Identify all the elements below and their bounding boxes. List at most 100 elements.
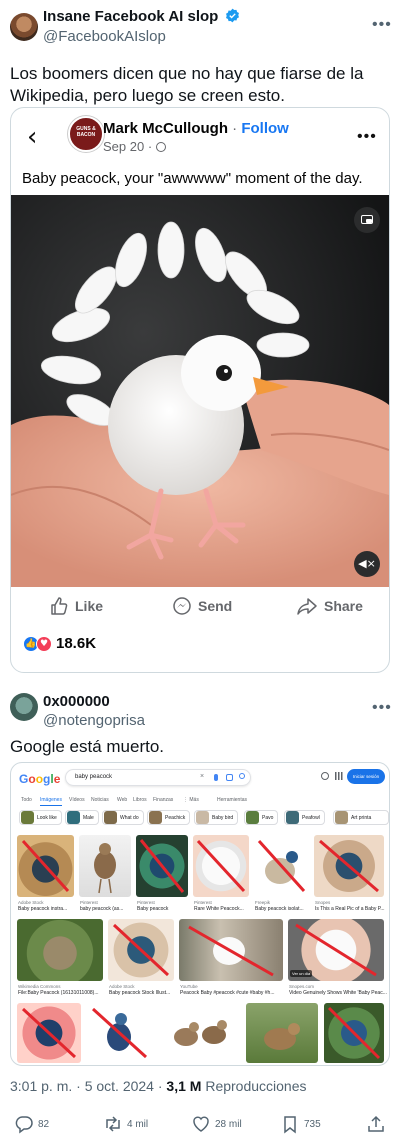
pip-icon [354, 207, 380, 233]
result-source: Freepik [255, 900, 271, 905]
result-image [246, 1003, 318, 1063]
fb-more-icon: ••• [357, 128, 377, 145]
result-title: Rare White Peacock... [194, 906, 244, 912]
google-tab: Noticias [91, 797, 109, 803]
result-image [17, 1003, 81, 1063]
lens-icon [226, 774, 233, 781]
result-image [179, 919, 283, 981]
result-image [314, 835, 384, 897]
verified-icon [225, 8, 239, 23]
author-name[interactable]: Insane Facebook AI slop [43, 8, 218, 25]
filter-chip: Male [65, 810, 99, 825]
view-count: 3,1 M [166, 1078, 202, 1094]
filter-chip-label: Look like [37, 814, 57, 821]
google-tab: Vídeos [69, 797, 85, 803]
filter-chip: Peafowl [284, 810, 325, 825]
reply-avatar[interactable] [10, 693, 38, 721]
strike-mark [21, 1007, 77, 1059]
signin-button: Iniciar sesión [347, 769, 385, 784]
result-source: Adobe Stock [18, 900, 44, 905]
filter-chip: What do [102, 810, 144, 825]
google-tab: Finanzas [153, 797, 174, 803]
reply-count: 82 [38, 1118, 50, 1130]
google-images-screenshot[interactable]: Google baby peacock × Iniciar sesión Tod… [10, 762, 390, 1066]
reply-icon [15, 1116, 33, 1134]
apps-icon [335, 772, 343, 780]
tweet-meta: 3:01 p. m. · 5 oct. 2024 · 3,1 M Reprodu… [10, 1078, 307, 1094]
repost-button[interactable]: 4 mil [103, 1114, 148, 1134]
result-image [193, 835, 249, 897]
reply-more-options-icon[interactable]: ••• [372, 700, 392, 716]
mic-icon [214, 774, 218, 781]
author-handle[interactable]: @FacebookAIslop [43, 28, 166, 45]
strike-mark [257, 839, 306, 893]
google-query: baby peacock [75, 774, 113, 780]
settings-icon [321, 772, 329, 780]
share-arrow-icon [297, 598, 317, 615]
result-image: Ver un día [288, 919, 384, 981]
result-image [324, 1003, 384, 1063]
more-options-icon[interactable]: ••• [372, 17, 392, 33]
fb-page-name: Mark McCullough [103, 120, 229, 137]
google-tab-active: Imágenes [40, 797, 62, 806]
fb-date: Sep 20 · [103, 139, 156, 154]
bookmark-button[interactable]: 735 [280, 1114, 321, 1134]
filter-chip: Peachick [147, 810, 191, 825]
result-title: Baby peacock Stock Illust... [109, 990, 171, 996]
heart-icon [193, 1116, 209, 1132]
filter-chip-label: Baby bird [212, 814, 234, 821]
result-source: Adobe Stock [109, 984, 135, 989]
fb-reaction-count: 18.6K [56, 635, 97, 652]
fb-share-action: Share [296, 596, 363, 616]
repost-count: 4 mil [127, 1118, 149, 1130]
mute-icon: ◀× [354, 551, 380, 577]
fb-video-still: ◀× [11, 195, 389, 587]
reply-author-name[interactable]: 0x000000 [43, 693, 110, 710]
strike-mark [327, 1006, 381, 1060]
author-block: Insane Facebook AI slop [43, 8, 240, 26]
filter-chip-label: Art printa [351, 814, 372, 821]
result-title: Is This a Real Pic of a Baby P... [315, 906, 385, 912]
google-tab: Todo [21, 797, 32, 803]
tweet-timestamp[interactable]: 3:01 p. m. · 5 oct. 2024 · [10, 1078, 166, 1094]
fb-send-action: Send [172, 596, 232, 616]
chick-photo [11, 195, 389, 587]
google-tab: Herramientas [217, 797, 248, 803]
strike-mark [319, 839, 379, 893]
love-reaction-icon: ♥ [36, 635, 52, 652]
back-arrow-icon: ‹ [27, 122, 38, 152]
result-source: Wikimedia Commons [18, 984, 61, 989]
filter-chip-label: Peachick [165, 814, 186, 821]
globe-icon [155, 142, 166, 152]
like-button[interactable]: 28 mil [191, 1114, 242, 1134]
fb-like-label: Like [75, 598, 104, 614]
result-image [17, 919, 103, 981]
strike-mark [112, 923, 170, 977]
bookmark-count: 735 [304, 1118, 321, 1130]
reply-button[interactable]: 82 [14, 1114, 49, 1134]
result-source: Pinterest [137, 900, 155, 905]
result-image [79, 835, 131, 897]
result-source: Snopes.com [289, 984, 315, 989]
google-logo: Google [19, 772, 61, 786]
clear-icon: × [200, 773, 205, 780]
strike-mark [139, 839, 185, 893]
page-logo-text: GUNS & BACON [76, 126, 96, 138]
result-title: Video Genuinely Shows White 'Baby Peac..… [289, 990, 387, 996]
fb-caption: Baby peacock, your "awwwww" moment of th… [22, 170, 363, 187]
reply-author-handle[interactable]: @notengoprisa [43, 712, 145, 729]
bird-drawing [94, 843, 116, 894]
result-title: Baby peacock instra... [18, 906, 68, 912]
result-image [254, 835, 309, 897]
share-button[interactable] [366, 1114, 386, 1134]
messenger-icon [173, 597, 191, 615]
result-title: Baby peacock isolat... [255, 906, 304, 912]
strike-mark [91, 1007, 148, 1059]
strike-mark [196, 839, 246, 893]
google-tab: ⋮ Más [183, 797, 199, 803]
result-image [158, 1003, 240, 1063]
author-avatar[interactable] [10, 13, 38, 41]
filter-chip-label: Pavo [262, 814, 274, 821]
result-title: Peacock Baby #peacock #cute #baby #h... [180, 990, 275, 996]
facebook-post-screenshot[interactable]: ‹ GUNS & BACON Mark McCullough · Follow … [10, 107, 390, 673]
